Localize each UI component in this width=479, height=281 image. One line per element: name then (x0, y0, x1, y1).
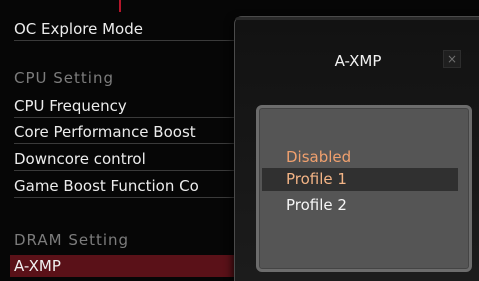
menu-item-label: A-XMP (14, 257, 61, 275)
row-divider (14, 143, 245, 144)
menu-item-label: OC Explore Mode (14, 20, 143, 38)
option-disabled[interactable]: Disabled (286, 146, 351, 168)
menu-item-oc-explore-mode[interactable]: OC Explore Mode (14, 18, 244, 40)
menu-item-core-performance-boost[interactable]: Core Performance Boost (14, 121, 244, 143)
close-icon: × (446, 52, 458, 66)
menu-item-label: Game Boost Function Co (14, 177, 199, 195)
settings-list: OC Explore Mode CPU Setting CPU Frequenc… (0, 0, 246, 281)
a-xmp-dialog: A-XMP × Disabled Profile 1 Profile 2 (234, 16, 479, 281)
menu-item-label: Core Performance Boost (14, 123, 196, 141)
option-profile-1[interactable]: Profile 1 (286, 168, 347, 190)
menu-item-cpu-frequency[interactable]: CPU Frequency (14, 95, 244, 117)
menu-item-game-boost-function[interactable]: Game Boost Function Co (14, 175, 244, 197)
option-list: Disabled Profile 1 Profile 2 (256, 105, 472, 272)
row-divider (14, 170, 245, 171)
menu-item-downcore-control[interactable]: Downcore control (14, 148, 244, 170)
row-divider (14, 40, 245, 41)
dialog-titlebar (235, 17, 479, 20)
row-divider (14, 117, 245, 118)
bios-screen: OC Explore Mode CPU Setting CPU Frequenc… (0, 0, 479, 281)
menu-item-label: CPU Frequency (14, 97, 127, 115)
menu-item-label: Downcore control (14, 150, 146, 168)
menu-item-a-xmp[interactable]: A-XMP (10, 255, 246, 277)
cpu-section-title: CPU Setting (14, 69, 114, 87)
row-divider (14, 197, 245, 198)
dram-section-title: DRAM Setting (14, 231, 130, 249)
close-button[interactable]: × (443, 50, 461, 68)
option-profile-2[interactable]: Profile 2 (286, 194, 347, 216)
